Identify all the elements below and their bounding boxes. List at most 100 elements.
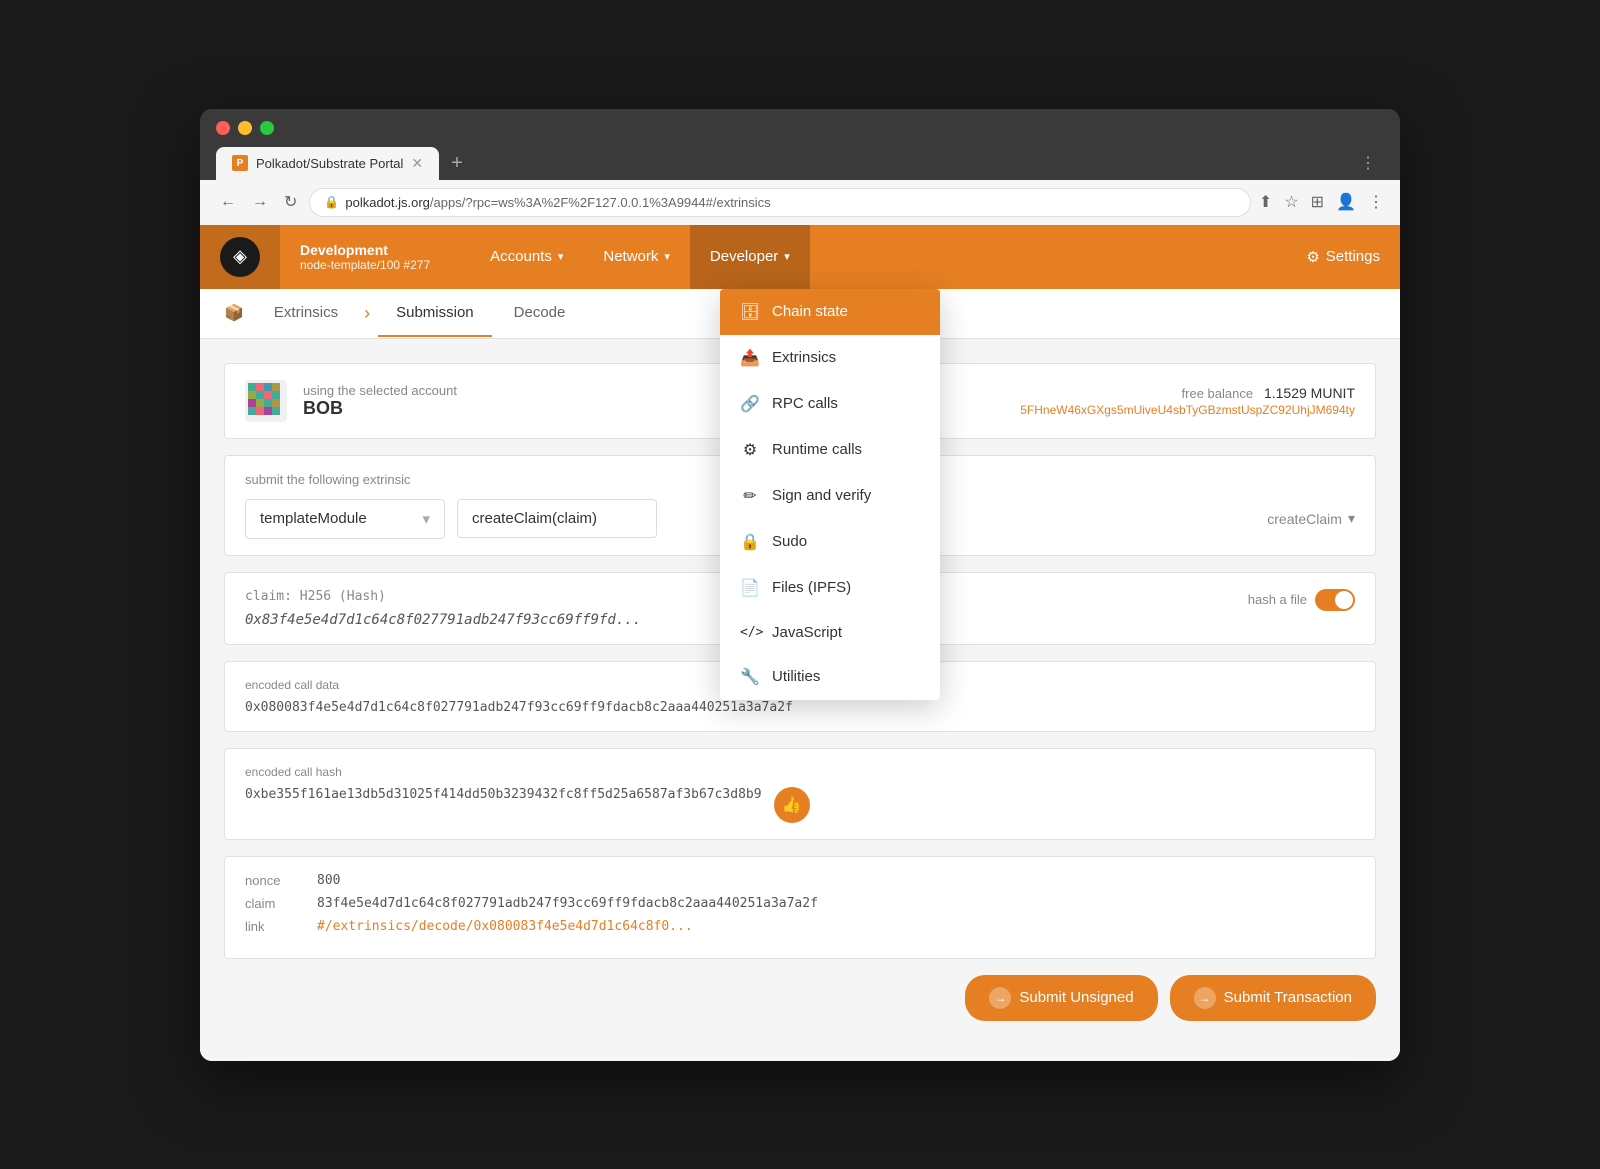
tab-title: Polkadot/Substrate Portal [256,156,403,171]
extrinsics-page-icon: 📦 [224,303,244,323]
account-avatar [245,380,287,422]
app-content: ◈ Development node-template/100 #277 Acc… [200,225,1400,1061]
hash-file-toggle[interactable] [1315,589,1355,611]
module-name: templateModule [260,510,367,527]
rpc-label: RPC calls [772,395,838,412]
accounts-label: Accounts [490,248,552,265]
settings-gear-icon: ⚙ [1306,248,1319,266]
extrinsic-call-select[interactable]: createClaim(claim) [457,499,657,538]
rpc-icon: 🔗 [740,394,760,414]
dropdown-item-chain-state[interactable]: 🗄 Chain state [720,289,940,335]
nav-network[interactable]: Network ▾ [583,225,690,289]
account-address: 5FHneW46xGXgs5mUiveU4sbTyGBzmstUspZC92Uh… [1020,403,1355,417]
browser-menu-button[interactable]: ⋮ [1352,153,1384,173]
detail-link-row: link #/extrinsics/decode/0x080083f4e5e4d… [245,919,1355,934]
encoded-hash-section: encoded call hash 0xbe355f161ae13db5d310… [224,748,1376,840]
address-bar: ← → ↻ 🔒 polkadot.js.org/apps/?rpc=ws%3A%… [200,180,1400,225]
files-label: Files (IPFS) [772,579,851,596]
encoded-call-value: 0x080083f4e5e4d7d1c64c8f027791adb247f93c… [245,700,1355,715]
dropdown-item-sudo[interactable]: 🔒 Sudo [720,519,940,565]
nav-developer[interactable]: Developer ▾ [690,225,810,289]
details-section: nonce 800 claim 83f4e5e4d7d1c64c8f027791… [224,856,1376,959]
nonce-value: 800 [317,873,340,888]
account-balance-label: free balance 1.1529 MUNIT [1020,385,1355,401]
hash-file-label: hash a file [1248,592,1307,607]
logo-icon: ◈ [220,237,260,277]
nav-settings[interactable]: ⚙ Settings [1286,225,1400,289]
lock-icon: 🔒 [324,195,339,209]
claim-result-chevron: ▾ [1348,510,1355,527]
profile-icon[interactable]: 👤 [1336,192,1356,212]
sign-label: Sign and verify [772,487,871,504]
sign-icon: ✏ [740,486,760,506]
submit-unsigned-label: Submit Unsigned [1019,989,1133,1006]
account-balance-value: 1.1529 MUNIT [1264,385,1355,401]
dropdown-item-sign-verify[interactable]: ✏ Sign and verify [720,473,940,519]
subnav-submission[interactable]: Submission [378,290,492,337]
claim-detail-value: 83f4e5e4d7d1c64c8f027791adb247f93cc69ff9… [317,896,818,911]
extrinsic-link[interactable]: #/extrinsics/decode/0x080083f4e5e4d7d1c6… [317,919,693,934]
encoded-hash-label: encoded call hash [245,765,1355,779]
submit-unsigned-button[interactable]: → Submit Unsigned [965,975,1157,1021]
tab-close-button[interactable]: ✕ [411,155,423,172]
copy-hash-button[interactable]: 👍 [774,787,810,823]
share-icon[interactable]: ⬆ [1259,192,1272,212]
sudo-label: Sudo [772,533,807,550]
browser-tab[interactable]: P Polkadot/Substrate Portal ✕ [216,147,439,180]
nav-accounts[interactable]: Accounts ▾ [470,225,583,289]
dropdown-item-javascript[interactable]: </> JavaScript [720,611,940,654]
refresh-button[interactable]: ↻ [280,188,301,216]
subnav-separator: › [360,289,374,338]
submit-transaction-label: Submit Transaction [1224,989,1352,1006]
dropdown-item-extrinsics[interactable]: 📤 Extrinsics [720,335,940,381]
utilities-label: Utilities [772,668,820,685]
close-button[interactable] [216,121,230,135]
developer-label: Developer [710,248,778,265]
js-label: JavaScript [772,624,842,641]
app-nav: ◈ Development node-template/100 #277 Acc… [200,225,1400,289]
action-buttons: → Submit Unsigned → Submit Transaction [224,959,1376,1037]
maximize-button[interactable] [260,121,274,135]
sudo-icon: 🔒 [740,532,760,552]
browser-titlebar [200,109,1400,147]
minimize-button[interactable] [238,121,252,135]
detail-nonce-row: nonce 800 [245,873,1355,888]
module-chevron: ▾ [422,510,430,528]
subnav-decode[interactable]: Decode [496,290,584,337]
dropdown-item-runtime-calls[interactable]: ⚙ Runtime calls [720,427,940,473]
network-label: Network [603,248,658,265]
subnav-extrinsics[interactable]: Extrinsics [256,290,356,337]
hash-toggle: hash a file [1248,589,1355,611]
nav-brand: Development node-template/100 #277 [280,225,450,289]
network-chevron: ▾ [664,250,670,263]
claim-detail-label: claim [245,896,305,911]
encoded-hash-with-copy: 0xbe355f161ae13db5d31025f414dd50b3239432… [245,787,1355,823]
nav-items: Accounts ▾ Network ▾ Developer ▾ [470,225,810,289]
js-icon: </> [740,625,760,640]
submit-transaction-button[interactable]: → Submit Transaction [1170,975,1376,1021]
claim-result-value: createClaim [1267,511,1342,527]
browser-window: P Polkadot/Substrate Portal ✕ + ⋮ ← → ↻ … [200,109,1400,1061]
extrinsic-module-select[interactable]: templateModule ▾ [245,499,445,539]
browser-actions: ⬆ ☆ ⊞ 👤 ⋮ [1259,192,1384,212]
submit-transaction-icon: → [1194,987,1216,1009]
new-tab-button[interactable]: + [443,152,471,175]
chain-state-label: Chain state [772,303,848,320]
more-options-icon[interactable]: ⋮ [1368,192,1384,212]
extensions-icon[interactable]: ⊞ [1311,192,1324,212]
forward-button[interactable]: → [248,189,272,215]
dropdown-item-rpc-calls[interactable]: 🔗 RPC calls [720,381,940,427]
tab-favicon: P [232,155,248,171]
bookmark-icon[interactable]: ☆ [1284,192,1298,212]
claim-result-select[interactable]: createClaim ▾ [1267,510,1355,527]
address-input[interactable]: 🔒 polkadot.js.org/apps/?rpc=ws%3A%2F%2F1… [309,188,1251,217]
nav-logo: ◈ [200,225,280,289]
back-button[interactable]: ← [216,189,240,215]
submit-unsigned-icon: → [989,987,1011,1009]
address-url: polkadot.js.org/apps/?rpc=ws%3A%2F%2F127… [345,195,770,210]
nav-container: ◈ Development node-template/100 #277 Acc… [200,225,1400,289]
dropdown-item-files-ipfs[interactable]: 📄 Files (IPFS) [720,565,940,611]
runtime-label: Runtime calls [772,441,862,458]
dropdown-item-utilities[interactable]: 🔧 Utilities [720,654,940,700]
developer-chevron: ▾ [784,250,790,263]
